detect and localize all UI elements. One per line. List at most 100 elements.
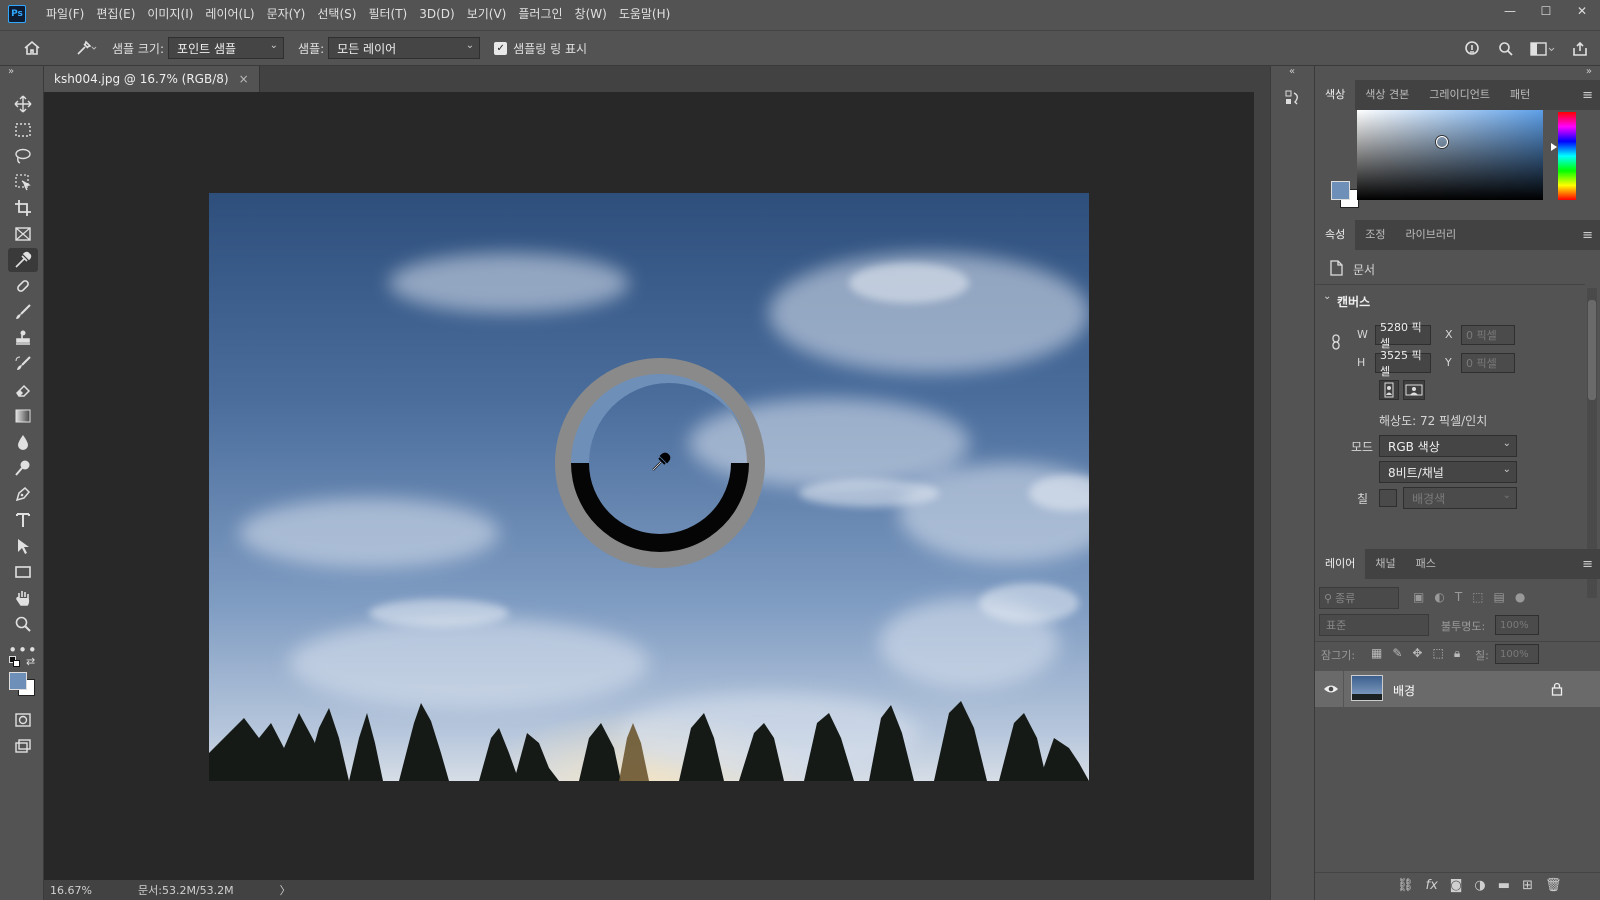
rectangle-tool[interactable] [8,560,38,584]
new-group-icon[interactable]: ▬ [1498,878,1510,893]
hue-slider[interactable] [1558,112,1576,200]
lock-position-icon[interactable]: ✥ [1412,646,1422,661]
layer-row[interactable]: 배경 [1315,671,1600,707]
move-tool[interactable] [8,92,38,116]
lock-transparent-icon[interactable]: ▦ [1371,646,1382,661]
hue-slider-marker[interactable] [1551,143,1557,151]
lock-all-icon[interactable]: 🔒︎ [1454,646,1460,661]
menu-item-1[interactable]: 편집(E) [90,0,141,28]
eye-icon[interactable] [1323,682,1339,696]
hand-tool[interactable] [8,586,38,610]
tab-libraries[interactable]: 라이브러리 [1396,220,1467,250]
lock-paint-icon[interactable]: ✎ [1392,646,1402,661]
tab-paths[interactable]: 패스 [1406,549,1446,579]
panel-menu-icon[interactable]: ≡ [1582,88,1593,103]
tab-swatches[interactable]: 색상 견본 [1355,80,1419,110]
zoom-tool[interactable] [8,612,38,636]
tab-adjustments[interactable]: 조정 [1355,220,1395,250]
menu-item-9[interactable]: 플러그인 [512,0,568,28]
chevron-down-icon[interactable]: ⌄ [1323,291,1331,302]
frame-tool[interactable] [8,222,38,246]
landscape-orientation-button[interactable] [1403,380,1425,400]
history-panel-icon[interactable] [1283,88,1303,108]
layer-name[interactable]: 배경 [1393,682,1415,699]
menu-item-0[interactable]: 파일(F) [40,0,90,28]
color-picker-cursor[interactable] [1436,136,1448,148]
sample-select[interactable]: 모든 레이어 ⌄ [328,37,481,59]
filter-toggle-icon[interactable]: ● [1515,590,1525,604]
marquee-tool[interactable] [8,118,38,142]
close-icon[interactable]: ✕ [1564,0,1600,22]
close-tab-icon[interactable]: × [239,72,249,86]
cloud-docs-icon[interactable] [1458,35,1486,63]
color-picker-field[interactable] [1357,110,1543,200]
menu-item-5[interactable]: 선택(S) [311,0,362,28]
object-select-tool[interactable] [8,170,38,194]
crop-tool[interactable] [8,196,38,220]
eraser-tool[interactable] [8,378,38,402]
type-filter-icon[interactable]: T [1455,590,1462,604]
fill-select[interactable]: 배경색 ⌄ [1403,487,1517,509]
tab-color[interactable]: 색상 [1315,80,1356,110]
menu-item-4[interactable]: 문자(Y) [261,0,312,28]
quick-mask-button[interactable] [8,708,38,732]
x-field[interactable]: 0 픽셀 [1461,325,1515,345]
screen-mode-button[interactable] [8,734,38,758]
adjustment-layer-icon[interactable]: ◑ [1474,878,1485,893]
zoom-level[interactable]: 16.67% [50,884,130,897]
menu-item-3[interactable]: 레이어(L) [199,0,260,28]
default-colors-icon[interactable] [9,656,21,668]
workspace-icon[interactable] [1526,35,1560,63]
layer-fill-field[interactable]: 100% [1495,644,1539,664]
lasso-tool[interactable] [8,144,38,168]
menu-item-10[interactable]: 창(W) [569,0,613,28]
menu-item-6[interactable]: 필터(T) [362,0,413,28]
blend-mode-select[interactable]: 표준 [1319,614,1429,636]
new-layer-icon[interactable]: ⊞ [1522,878,1533,893]
trash-icon[interactable]: 🗑︎ [1545,878,1562,893]
tab-layers[interactable]: 레이어 [1315,549,1366,579]
gradient-tool[interactable] [8,404,38,428]
menu-item-11[interactable]: 도움말(H) [613,0,677,28]
foreground-color-swatch[interactable] [9,672,27,690]
fx-icon[interactable]: fx [1426,878,1438,893]
share-icon[interactable] [1566,35,1594,63]
history-brush-tool[interactable] [8,352,38,376]
minimize-icon[interactable]: — [1492,0,1528,22]
height-field[interactable]: 3525 픽셀 [1375,349,1431,378]
pen-tool[interactable] [8,482,38,506]
link-layers-icon[interactable]: ⛓ [1397,878,1414,893]
menu-item-8[interactable]: 보기(V) [461,0,513,28]
expand-panels-icon[interactable]: « [1289,66,1295,77]
mode-select[interactable]: RGB 색상 ⌄ [1379,435,1517,457]
search-icon[interactable] [1492,35,1520,63]
bit-depth-select[interactable]: 8비트/채널 ⌄ [1379,461,1517,483]
blur-tool[interactable] [8,430,38,454]
document-tab[interactable]: ksh004.jpg @ 16.7% (RGB/8) × [44,66,260,92]
maximize-icon[interactable]: ☐ [1528,0,1564,22]
vertical-scrollbar[interactable] [1254,92,1270,880]
panel-menu-icon[interactable]: ≡ [1582,228,1593,243]
menu-item-7[interactable]: 3D(D) [413,0,460,28]
dodge-tool[interactable] [8,456,38,480]
y-field[interactable]: 0 픽셀 [1461,353,1515,373]
lock-artboard-icon[interactable]: ⬚ [1432,646,1443,661]
tab-properties[interactable]: 속성 [1315,220,1356,250]
home-icon[interactable] [18,34,46,62]
collapse-toolbar-icon[interactable]: » [8,66,14,77]
layer-filter-select[interactable]: ⚲ 종류 [1319,587,1399,609]
path-select-tool[interactable] [8,534,38,558]
panel-foreground-swatch[interactable] [1331,181,1350,200]
shape-filter-icon[interactable]: ⬚ [1472,590,1483,604]
panel-menu-icon[interactable]: ≡ [1582,557,1593,572]
swap-colors-icon[interactable]: ⇄ [26,655,35,668]
healing-tool[interactable] [8,274,38,298]
tool-preset-picker[interactable] [68,34,104,62]
portrait-orientation-button[interactable] [1379,380,1399,400]
type-tool[interactable] [8,508,38,532]
status-menu-arrow-icon[interactable]: 〉 [280,882,291,898]
collapse-panels-icon[interactable]: » [1586,66,1592,77]
brush-tool[interactable] [8,300,38,324]
tab-patterns[interactable]: 패턴 [1500,80,1540,110]
add-mask-icon[interactable]: ◙ [1450,878,1463,893]
